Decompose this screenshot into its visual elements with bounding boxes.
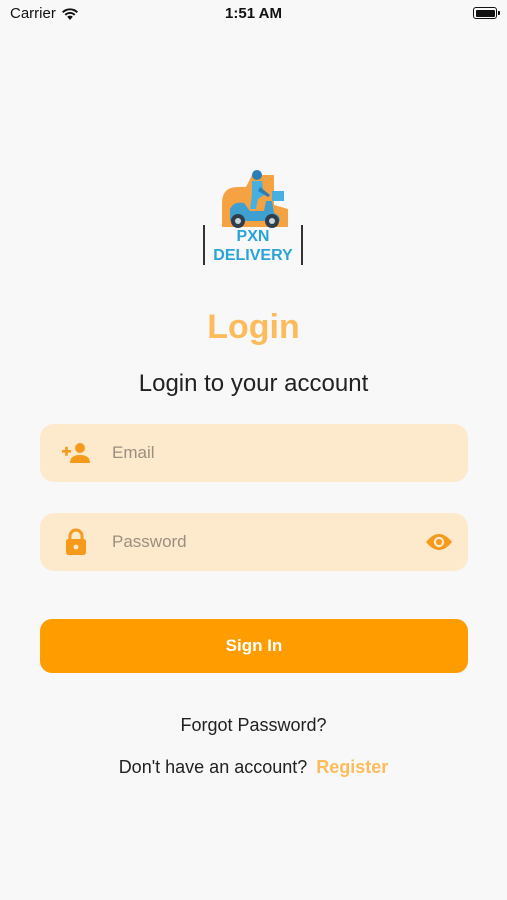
- register-link[interactable]: Register: [316, 757, 388, 777]
- status-bar: Carrier 1:51 AM: [0, 0, 507, 28]
- logo-line-2: DELIVERY: [213, 247, 293, 264]
- eye-icon[interactable]: [410, 532, 468, 552]
- lock-icon: [40, 528, 112, 556]
- password-input[interactable]: [112, 532, 410, 552]
- register-row: Don't have an account? Register: [0, 757, 507, 778]
- logo-wordmark: PXN DELIVERY: [203, 225, 303, 265]
- email-field[interactable]: [40, 424, 468, 482]
- page-subtitle: Login to your account: [138, 370, 369, 397]
- status-time: 1:51 AM: [225, 5, 282, 22]
- battery-icon: [473, 7, 500, 19]
- logo-line-1: PXN: [236, 228, 270, 245]
- register-prompt: Don't have an account?: [118, 757, 308, 777]
- page-title: Login: [207, 308, 300, 346]
- forgot-password-link[interactable]: Forgot Password?: [0, 715, 507, 736]
- email-input[interactable]: [112, 443, 468, 463]
- sign-in-button[interactable]: Sign In: [40, 619, 468, 673]
- person-add-icon: [40, 442, 112, 464]
- password-field[interactable]: [40, 513, 468, 571]
